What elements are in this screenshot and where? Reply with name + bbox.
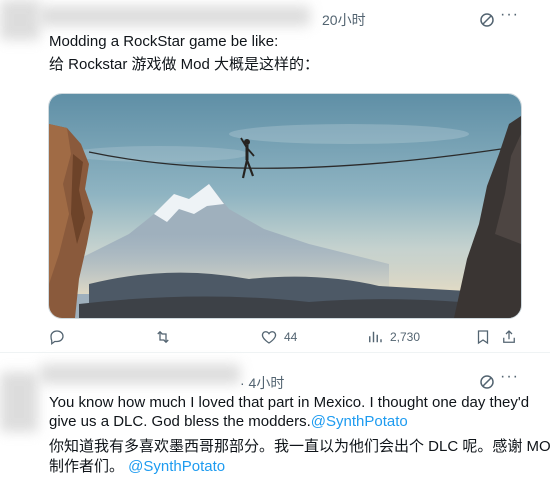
share-button[interactable] <box>500 328 518 346</box>
retweet-button[interactable] <box>154 328 178 346</box>
views-icon <box>369 331 382 343</box>
reply-button[interactable] <box>48 328 72 346</box>
bookmark-icon <box>477 330 489 345</box>
grok-icon[interactable] <box>478 373 496 391</box>
bookmark-button[interactable] <box>474 328 492 346</box>
mention-link[interactable]: @SynthPotato <box>311 413 408 430</box>
retweet-icon <box>157 330 169 344</box>
views-button[interactable]: 2,730 <box>366 328 420 346</box>
tweet-actions: 44 2,730 <box>48 328 520 350</box>
reply-text-line-1: You know how much I loved that part in M… <box>49 394 530 411</box>
views-count: 2,730 <box>390 330 421 344</box>
reply-text-zh-line-2-body: 制作者们。 <box>49 458 129 475</box>
reply-icon <box>50 330 64 346</box>
tweet-2[interactable]: · 4小时 ··· You know how much I loved that… <box>0 352 550 481</box>
mention-link-zh[interactable]: @SynthPotato <box>128 458 225 475</box>
reply-text-zh-line-1: 你知道我有多喜欢墨西哥那部分。我一直以为他们会出个 DLC 呢。感谢 MOD <box>49 438 550 455</box>
tweet-time[interactable]: 20小时 <box>322 10 366 30</box>
tweet-1[interactable]: 20小时 ··· Modding a RockStar game be like… <box>0 0 550 352</box>
grok-icon[interactable] <box>478 11 496 29</box>
tweet-time[interactable]: · 4小时 <box>240 373 284 393</box>
more-icon[interactable]: ··· <box>500 368 519 386</box>
reply-text-line-2: give us a DLC. God bless the modders.@Sy… <box>49 412 408 432</box>
like-button[interactable]: 44 <box>260 328 297 346</box>
more-icon[interactable]: ··· <box>500 6 519 24</box>
like-count: 44 <box>284 330 298 344</box>
share-icon <box>503 330 515 343</box>
tweet-text-en: Modding a RockStar game be like: <box>49 33 279 50</box>
reply-text-zh-line-2: 制作者们。 @SynthPotato <box>49 457 225 477</box>
tweet-image[interactable] <box>48 93 522 319</box>
reply-text-line-2-body: give us a DLC. God bless the modders. <box>49 413 311 430</box>
heart-icon <box>261 331 277 344</box>
tweet-text-zh: 给 Rockstar 游戏做 Mod 大概是这样的： <box>49 56 320 73</box>
